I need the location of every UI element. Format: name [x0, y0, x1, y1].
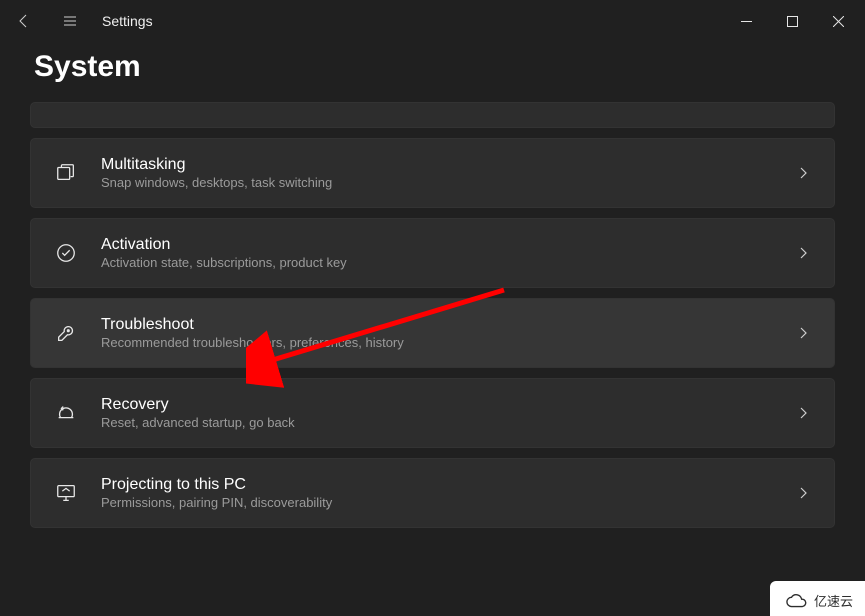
titlebar-left: Settings	[4, 1, 153, 41]
card-text: Projecting to this PC Permissions, pairi…	[101, 476, 332, 510]
card-desc: Snap windows, desktops, task switching	[101, 175, 332, 190]
chevron-right-icon	[794, 164, 812, 182]
card-text: Multitasking Snap windows, desktops, tas…	[101, 156, 332, 190]
cloud-icon	[786, 593, 808, 609]
chevron-right-icon	[794, 244, 812, 262]
multitasking-icon	[53, 160, 79, 186]
settings-item-projecting[interactable]: Projecting to this PC Permissions, pairi…	[30, 458, 835, 528]
page-title: System	[0, 42, 865, 102]
settings-item-troubleshoot[interactable]: Troubleshoot Recommended troubleshooters…	[30, 298, 835, 368]
card-text: Troubleshoot Recommended troubleshooters…	[101, 316, 404, 350]
app-title: Settings	[102, 13, 153, 29]
card-desc: Reset, advanced startup, go back	[101, 415, 295, 430]
card-title: Troubleshoot	[101, 316, 404, 334]
settings-item-recovery[interactable]: Recovery Reset, advanced startup, go bac…	[30, 378, 835, 448]
chevron-right-icon	[794, 404, 812, 422]
card-text: Activation Activation state, subscriptio…	[101, 236, 347, 270]
settings-item-truncated[interactable]	[30, 102, 835, 128]
card-desc: Recommended troubleshooters, preferences…	[101, 335, 404, 350]
card-desc: Activation state, subscriptions, product…	[101, 255, 347, 270]
card-title: Activation	[101, 236, 347, 254]
settings-item-multitasking[interactable]: Multitasking Snap windows, desktops, tas…	[30, 138, 835, 208]
settings-item-activation[interactable]: Activation Activation state, subscriptio…	[30, 218, 835, 288]
maximize-button[interactable]	[769, 5, 815, 37]
settings-list: Multitasking Snap windows, desktops, tas…	[0, 102, 865, 528]
card-text: Recovery Reset, advanced startup, go bac…	[101, 396, 295, 430]
chevron-right-icon	[794, 324, 812, 342]
card-title: Projecting to this PC	[101, 476, 332, 494]
troubleshoot-icon	[53, 320, 79, 346]
watermark: 亿速云	[770, 581, 865, 616]
projecting-icon	[53, 480, 79, 506]
recovery-icon	[53, 400, 79, 426]
card-title: Multitasking	[101, 156, 332, 174]
card-title: Recovery	[101, 396, 295, 414]
back-button[interactable]	[4, 1, 44, 41]
card-desc: Permissions, pairing PIN, discoverabilit…	[101, 495, 332, 510]
titlebar: Settings	[0, 0, 865, 42]
window-controls	[723, 5, 861, 37]
minimize-button[interactable]	[723, 5, 769, 37]
activation-icon	[53, 240, 79, 266]
chevron-right-icon	[794, 484, 812, 502]
close-button[interactable]	[815, 5, 861, 37]
watermark-text: 亿速云	[814, 591, 853, 610]
hamburger-menu-button[interactable]	[50, 1, 90, 41]
